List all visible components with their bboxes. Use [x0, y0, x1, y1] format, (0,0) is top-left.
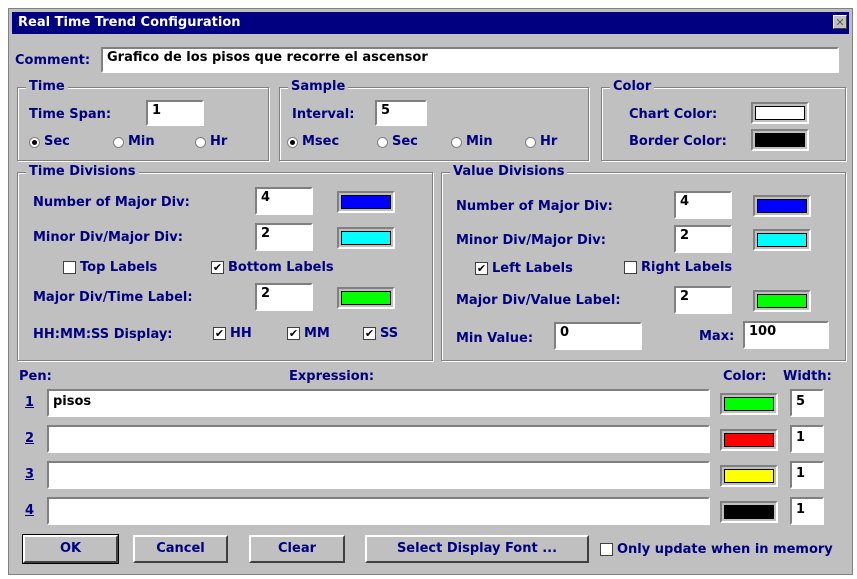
cancel-button[interactable]: Cancel	[133, 535, 228, 563]
sample-msec-radio[interactable]	[287, 137, 298, 148]
pen-width-input[interactable]: 1	[790, 461, 824, 489]
value-divisions-title: Value Divisions	[450, 164, 568, 179]
interval-label: Interval:	[292, 107, 355, 122]
time-label-div-label: Major Div/Time Label:	[33, 290, 193, 305]
sample-sec-radio[interactable]	[377, 137, 388, 148]
ss-label: SS	[380, 326, 399, 341]
sample-min-radio[interactable]	[451, 137, 462, 148]
left-labels-checkbox[interactable]: ✔	[475, 262, 488, 275]
sample-sec-label: Sec	[392, 134, 418, 149]
hms-display-label: HH:MM:SS Display:	[33, 327, 173, 342]
time-major-input[interactable]: 4	[255, 187, 313, 215]
pen-number: 1	[25, 395, 35, 410]
value-label-div-label: Major Div/Value Label:	[456, 293, 621, 308]
right-labels-label: Right Labels	[641, 260, 733, 275]
comment-input[interactable]: Grafico de los pisos que recorre el asce…	[101, 47, 839, 73]
pen-color-swatch[interactable]	[720, 465, 778, 487]
time-hr-radio[interactable]	[195, 137, 206, 148]
pen-expression-input[interactable]	[47, 425, 710, 453]
chart-color-label: Chart Color:	[629, 107, 718, 122]
interval-input[interactable]: 5	[375, 100, 427, 126]
time-label-color[interactable]	[337, 287, 395, 309]
value-major-input[interactable]: 4	[674, 191, 732, 219]
only-update-memory-label: Only update when in memory	[617, 542, 833, 557]
pen-color-swatch[interactable]	[720, 429, 778, 451]
value-minor-color[interactable]	[753, 229, 811, 251]
ss-checkbox[interactable]: ✔	[363, 327, 376, 340]
only-update-memory-checkbox[interactable]	[600, 543, 613, 556]
time-sec-label: Sec	[44, 134, 70, 149]
mm-checkbox[interactable]: ✔	[287, 327, 300, 340]
time-hr-label: Hr	[210, 134, 228, 149]
top-labels-checkbox[interactable]	[63, 261, 76, 274]
pen-expression-input[interactable]	[47, 497, 710, 525]
pen-header: Pen:	[19, 369, 52, 384]
expression-header: Expression:	[289, 369, 375, 384]
time-span-input[interactable]: 1	[146, 100, 204, 126]
comment-label: Comment:	[15, 53, 91, 68]
time-min-radio[interactable]	[113, 137, 124, 148]
border-color-swatch[interactable]	[751, 129, 809, 151]
pen-width-input[interactable]: 5	[790, 389, 824, 417]
pen-color-swatch[interactable]	[720, 393, 778, 415]
time-span-label: Time Span:	[29, 107, 112, 122]
pen-number: 2	[25, 431, 35, 446]
left-labels-label: Left Labels	[492, 261, 573, 276]
bottom-labels-label: Bottom Labels	[228, 260, 334, 275]
sample-hr-label: Hr	[540, 134, 558, 149]
max-value-input[interactable]: 100	[743, 321, 829, 349]
time-label-div-input[interactable]: 2	[255, 283, 313, 311]
pen-expression-input[interactable]	[47, 461, 710, 489]
value-major-color[interactable]	[753, 195, 811, 217]
value-minor-input[interactable]: 2	[674, 225, 732, 253]
value-label-div-input[interactable]: 2	[674, 286, 732, 314]
right-labels-checkbox[interactable]	[624, 261, 637, 274]
color-header: Color:	[723, 369, 767, 384]
border-color-label: Border Color:	[629, 134, 727, 149]
time-group-title: Time	[26, 79, 68, 94]
time-min-label: Min	[128, 134, 155, 149]
time-minor-input[interactable]: 2	[255, 223, 313, 251]
min-value-label: Min Value:	[456, 331, 534, 346]
time-sec-radio[interactable]	[29, 137, 40, 148]
select-font-button[interactable]: Select Display Font ...	[365, 535, 589, 563]
width-header: Width:	[783, 369, 832, 384]
time-group: Time	[17, 79, 269, 161]
mm-label: MM	[304, 326, 330, 341]
value-minor-label: Minor Div/Major Div:	[456, 233, 606, 248]
time-minor-color[interactable]	[337, 227, 395, 249]
top-labels-label: Top Labels	[80, 260, 158, 275]
sample-msec-label: Msec	[302, 134, 340, 149]
pen-width-input[interactable]: 1	[790, 425, 824, 453]
pen-width-input[interactable]: 1	[790, 497, 824, 525]
hh-label: HH	[230, 326, 252, 341]
time-minor-label: Minor Div/Major Div:	[33, 230, 183, 245]
window-title: Real Time Trend Configuration	[18, 15, 241, 30]
pen-number: 3	[25, 467, 35, 482]
sample-min-label: Min	[466, 134, 493, 149]
ok-button[interactable]: OK	[22, 534, 119, 564]
color-group-title: Color	[610, 79, 655, 94]
chart-color-swatch[interactable]	[751, 102, 809, 124]
sample-group-title: Sample	[288, 79, 349, 94]
value-major-label: Number of Major Div:	[456, 199, 613, 214]
dialog-window: Real Time Trend Configuration ✕ Comment:…	[8, 8, 853, 575]
pen-color-swatch[interactable]	[720, 501, 778, 523]
hh-checkbox[interactable]: ✔	[213, 327, 226, 340]
sample-hr-radio[interactable]	[525, 137, 536, 148]
title-bar[interactable]: Real Time Trend Configuration ✕	[12, 12, 849, 34]
pen-expression-input[interactable]: pisos	[47, 389, 710, 417]
sample-group: Sample	[279, 79, 589, 161]
pen-number: 4	[25, 503, 35, 518]
close-button[interactable]: ✕	[833, 15, 847, 29]
time-divisions-title: Time Divisions	[26, 164, 139, 179]
bottom-labels-checkbox[interactable]: ✔	[211, 261, 224, 274]
color-group: Color	[601, 79, 846, 161]
clear-button[interactable]: Clear	[249, 535, 345, 563]
time-major-label: Number of Major Div:	[33, 195, 190, 210]
value-label-color[interactable]	[753, 290, 811, 312]
max-value-label: Max:	[699, 329, 735, 344]
min-value-input[interactable]: 0	[554, 322, 642, 350]
time-major-color[interactable]	[337, 191, 395, 213]
